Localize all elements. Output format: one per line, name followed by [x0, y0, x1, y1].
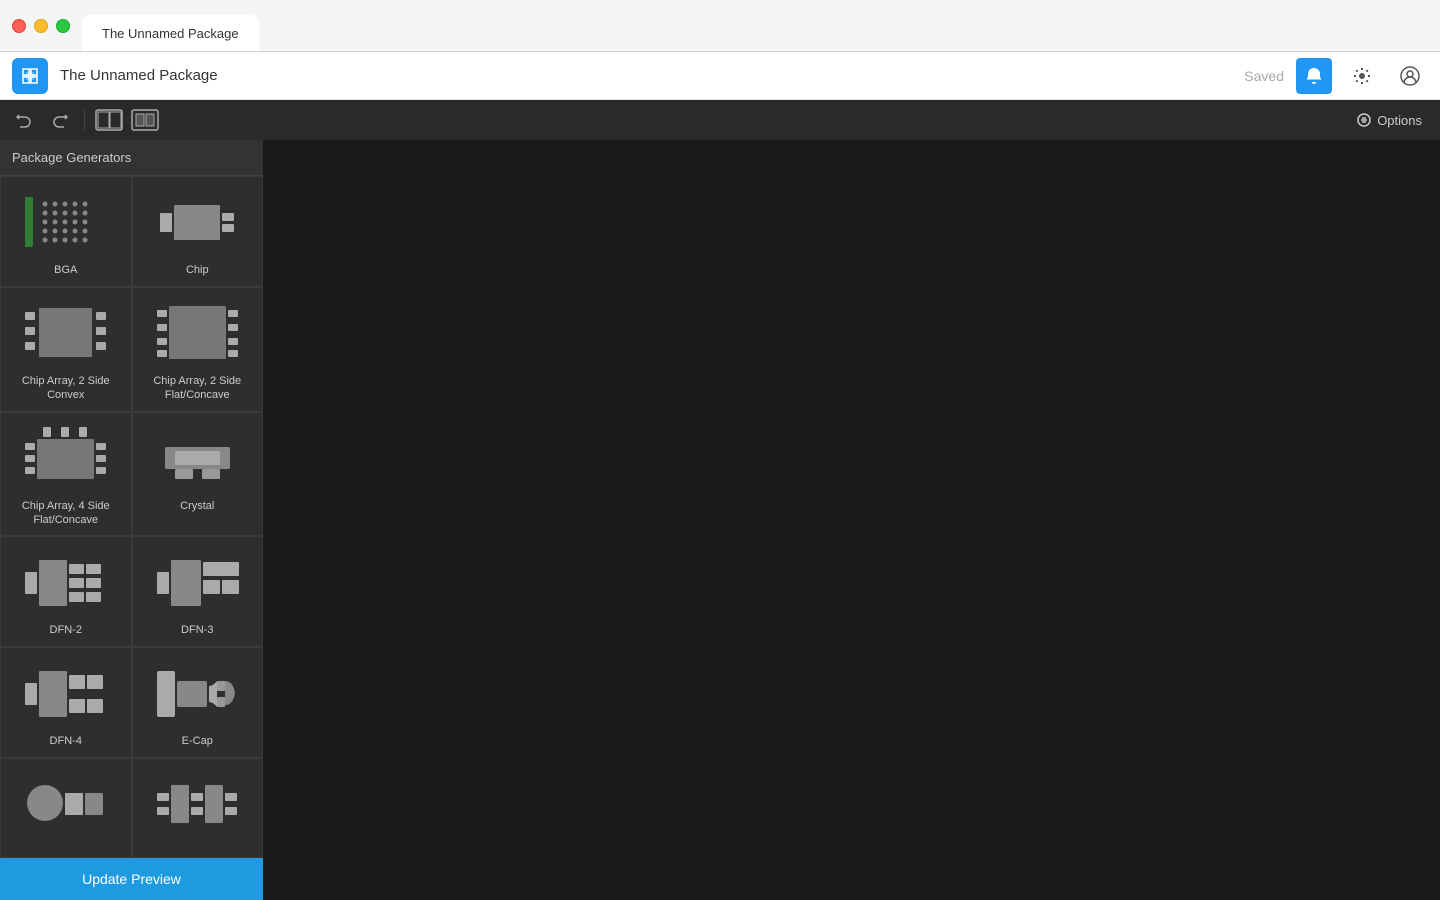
minimize-button[interactable] — [34, 19, 48, 33]
ecap-preview — [147, 658, 247, 728]
dfn3-label: DFN-3 — [181, 623, 213, 637]
chip-array-4-svg — [23, 425, 108, 490]
chip-array-2-flat-preview — [147, 298, 247, 368]
chip-array-4-preview — [16, 423, 116, 493]
dfn2-svg — [23, 550, 108, 615]
chip-array-4-label: Chip Array, 4 Side Flat/Concave — [7, 499, 125, 528]
item12-preview — [147, 769, 247, 839]
package-grid: BGA Chip — [0, 176, 263, 858]
bga-label: BGA — [54, 263, 77, 277]
redo-icon — [52, 112, 68, 128]
settings-button[interactable] — [1344, 58, 1380, 94]
title-bar: The Unnamed Package — [0, 0, 1440, 52]
close-button[interactable] — [12, 19, 26, 33]
dfn4-label: DFN-4 — [50, 734, 82, 748]
redo-button[interactable] — [44, 106, 76, 134]
chip-label: Chip — [186, 263, 209, 277]
header-right: Saved — [1244, 58, 1428, 94]
ecap-svg — [155, 661, 240, 726]
item12-svg — [155, 771, 240, 836]
app-title: The Unnamed Package — [60, 67, 1232, 84]
toolbar: Options — [0, 100, 1440, 140]
package-item-12[interactable] — [132, 758, 264, 858]
crystal-preview — [147, 423, 247, 493]
undo-button[interactable] — [8, 106, 40, 134]
profile-icon — [1399, 65, 1421, 87]
update-preview-button[interactable]: Update Preview — [0, 858, 263, 900]
dfn2-label: DFN-2 — [50, 623, 82, 637]
tab-label: The Unnamed Package — [102, 26, 239, 41]
app-logo — [12, 58, 48, 94]
notification-icon — [1304, 66, 1324, 86]
saved-status: Saved — [1244, 68, 1284, 84]
tab-area: The Unnamed Package — [82, 0, 259, 51]
options-label: Options — [1377, 113, 1422, 128]
view-2d-button[interactable] — [93, 106, 125, 134]
undo-icon — [16, 112, 32, 128]
dfn4-svg — [23, 661, 108, 726]
toolbar-divider-1 — [84, 110, 85, 130]
item11-preview — [16, 769, 116, 839]
package-item-crystal[interactable]: Crystal — [132, 412, 264, 537]
package-item-chip-array-2-convex[interactable]: Chip Array, 2 Side Convex — [0, 287, 132, 412]
crystal-label: Crystal — [180, 499, 214, 513]
dfn4-preview — [16, 658, 116, 728]
package-item-ecap[interactable]: E-Cap — [132, 647, 264, 758]
canvas-area — [263, 140, 1440, 900]
package-item-11[interactable] — [0, 758, 132, 858]
chip-preview — [147, 187, 247, 257]
package-item-dfn3[interactable]: DFN-3 — [132, 536, 264, 647]
traffic-lights — [12, 19, 70, 33]
crystal-svg — [155, 425, 240, 490]
options-icon — [1357, 113, 1371, 127]
settings-icon — [1352, 66, 1372, 86]
notification-button[interactable] — [1296, 58, 1332, 94]
main-layout: Package Generators — [0, 140, 1440, 900]
chip-array-2-convex-preview — [16, 298, 116, 368]
package-item-dfn4[interactable]: DFN-4 — [0, 647, 132, 758]
options-button[interactable]: Options — [1347, 109, 1432, 132]
package-item-bga[interactable]: BGA — [0, 176, 132, 287]
package-item-chip-array-4[interactable]: Chip Array, 4 Side Flat/Concave — [0, 412, 132, 537]
ecap-label: E-Cap — [182, 734, 213, 748]
chip-array-2-convex-svg — [23, 300, 108, 365]
dfn3-svg — [155, 550, 240, 615]
sidebar-header: Package Generators — [0, 140, 263, 176]
logo-icon — [19, 65, 41, 87]
chip-preview-svg — [152, 195, 242, 250]
dfn2-preview — [16, 547, 116, 617]
maximize-button[interactable] — [56, 19, 70, 33]
view-3d-button[interactable] — [129, 106, 161, 134]
active-tab[interactable]: The Unnamed Package — [82, 15, 259, 51]
view-3d-icon — [131, 109, 159, 131]
dfn3-preview — [147, 547, 247, 617]
chip-array-2-convex-label: Chip Array, 2 Side Convex — [7, 374, 125, 403]
bga-preview-svg — [23, 192, 108, 252]
package-item-chip-array-2-flat[interactable]: Chip Array, 2 Side Flat/Concave — [132, 287, 264, 412]
chip-array-2-flat-svg — [155, 300, 240, 365]
item11-svg — [23, 771, 108, 836]
chip-array-2-flat-label: Chip Array, 2 Side Flat/Concave — [139, 374, 257, 403]
app-header: The Unnamed Package Saved — [0, 52, 1440, 100]
package-item-dfn2[interactable]: DFN-2 — [0, 536, 132, 647]
view-2d-icon — [95, 109, 123, 131]
sidebar: Package Generators — [0, 140, 263, 900]
package-item-chip[interactable]: Chip — [132, 176, 264, 287]
profile-button[interactable] — [1392, 58, 1428, 94]
bga-preview — [16, 187, 116, 257]
